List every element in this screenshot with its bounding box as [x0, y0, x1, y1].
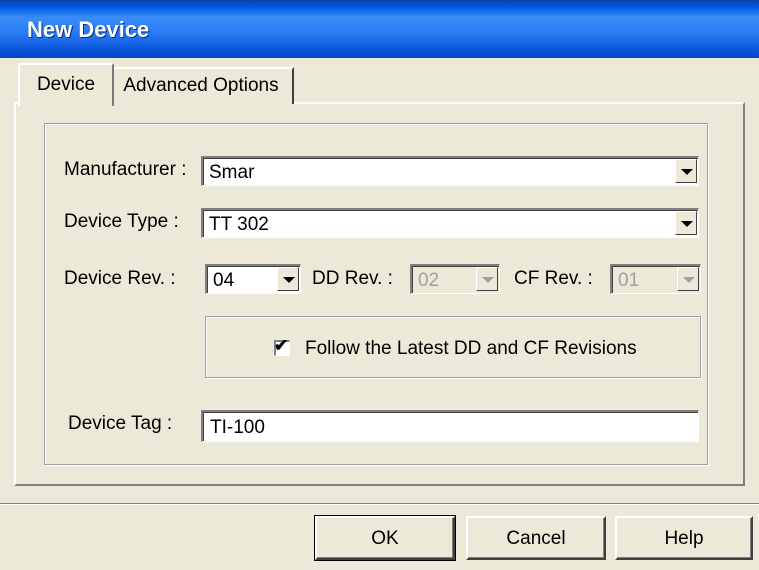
manufacturer-value: Smar — [209, 162, 255, 183]
manufacturer-combo[interactable]: Smar — [201, 156, 699, 186]
device-rev-combo[interactable]: 04 — [205, 264, 301, 294]
chevron-down-icon — [681, 169, 693, 175]
dd-rev-combo[interactable]: 02 — [410, 264, 500, 294]
manufacturer-dropdown-button[interactable] — [675, 159, 697, 183]
cf-rev-label: CF Rev. : — [514, 268, 593, 289]
cf-rev-value: 01 — [618, 270, 640, 291]
device-tag-label: Device Tag : — [68, 413, 173, 434]
device-type-combo[interactable]: TT 302 — [201, 208, 699, 238]
tab-advanced-options-label: Advanced Options — [123, 75, 279, 96]
dd-rev-value: 02 — [418, 270, 440, 291]
dialog-title: New Device — [27, 17, 150, 42]
cf-rev-dropdown-button[interactable] — [677, 267, 699, 291]
device-tag-field[interactable]: TI-100 — [201, 410, 699, 442]
tab-device[interactable]: Device — [18, 63, 114, 106]
device-type-label: Device Type : — [64, 211, 179, 232]
help-button-label: Help — [664, 528, 704, 549]
checkmark-icon: ✔ — [274, 336, 289, 355]
footer-separator — [0, 503, 759, 505]
title-bar[interactable]: New Device — [0, 0, 759, 58]
chevron-down-icon — [283, 277, 295, 283]
cancel-button-label: Cancel — [506, 528, 566, 549]
cf-rev-combo[interactable]: 01 — [610, 264, 701, 294]
ok-button[interactable]: OK — [314, 515, 456, 561]
new-device-dialog: New Device Advanced Options Device Manuf… — [0, 0, 759, 570]
cancel-button[interactable]: Cancel — [466, 516, 606, 560]
dd-rev-label: DD Rev. : — [312, 268, 393, 289]
chevron-down-icon — [683, 277, 695, 283]
device-rev-value: 04 — [213, 270, 235, 291]
tab-device-label: Device — [36, 74, 96, 95]
device-type-value: TT 302 — [209, 214, 269, 235]
follow-latest-label[interactable]: Follow the Latest DD and CF Revisions — [305, 338, 637, 360]
chevron-down-icon — [681, 221, 693, 227]
manufacturer-label: Manufacturer : — [64, 159, 187, 180]
ok-button-label: OK — [371, 528, 399, 549]
chevron-down-icon — [482, 277, 494, 283]
follow-latest-checkbox[interactable]: ✔ — [274, 336, 290, 356]
device-type-dropdown-button[interactable] — [675, 211, 697, 235]
device-tag-value: TI-100 — [210, 417, 265, 438]
tab-advanced-options[interactable]: Advanced Options — [110, 67, 294, 104]
device-rev-label: Device Rev. : — [64, 268, 176, 289]
device-rev-dropdown-button[interactable] — [277, 267, 299, 291]
dd-rev-dropdown-button[interactable] — [476, 267, 498, 291]
help-button[interactable]: Help — [615, 516, 753, 560]
